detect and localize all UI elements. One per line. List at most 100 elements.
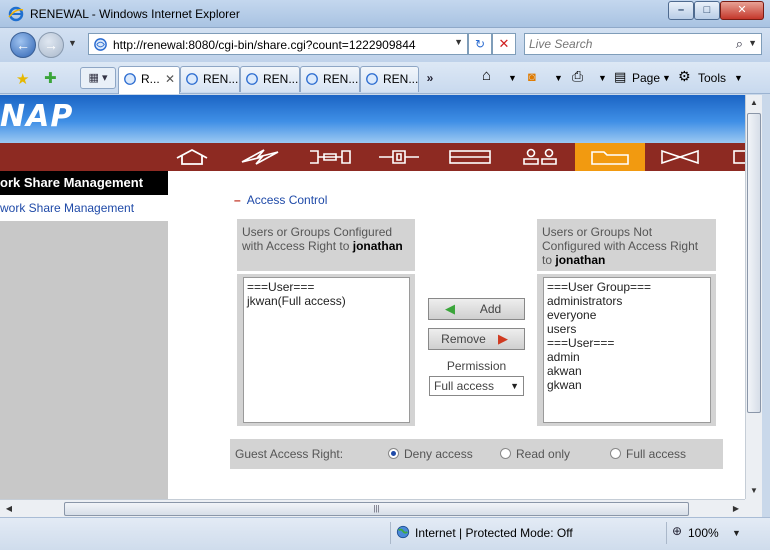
radio-icon[interactable] [500,448,511,459]
list-item[interactable]: ===User Group=== [547,280,707,294]
share-folder-menu-icon[interactable] [575,143,645,171]
configured-share-name: jonathan [352,239,403,253]
scroll-down-icon[interactable]: ▼ [746,483,762,499]
address-bar[interactable]: http://renewal:8080/cgi-bin/share.cgi?co… [88,33,468,55]
guest-access-bar: Guest Access Right: Deny access Read onl… [230,439,723,469]
list-item[interactable]: admin [547,350,707,364]
list-item[interactable]: administrators [547,294,707,308]
add-button[interactable]: ◀ Add [428,298,525,320]
not-configured-users-header: Users or Groups Not Configured with Acce… [537,219,716,271]
configured-users-list[interactable]: ===User=== jkwan(Full access) [243,277,410,423]
available-users-list[interactable]: ===User Group=== administrators everyone… [543,277,711,423]
scroll-left-icon[interactable]: ◀ [1,501,17,517]
tab-1[interactable]: R... ✕ [118,66,180,94]
quick-config-menu-icon[interactable] [234,143,286,171]
system-tools-menu-icon[interactable] [304,143,356,171]
collapse-icon[interactable]: – [234,193,241,207]
page-icon [306,73,318,85]
home-dropdown-icon[interactable]: ▼ [508,73,517,83]
users-menu-icon[interactable] [514,143,566,171]
tab-4[interactable]: REN... [300,66,360,92]
remove-button[interactable]: Remove ▶ [428,328,525,350]
zoom-dropdown-icon[interactable]: ▼ [732,528,741,538]
close-tab-icon[interactable]: ✕ [165,67,175,91]
tools-gear-icon: ⚙ [678,68,691,84]
maximize-button[interactable]: □ [694,1,720,20]
window-title: RENEWAL - Windows Internet Explorer [30,7,240,21]
page-icon [246,73,258,85]
disk-menu-icon[interactable] [444,143,496,171]
list-item[interactable]: jkwan(Full access) [247,294,406,308]
access-control-title[interactable]: – Access Control [234,193,327,207]
network-menu-icon[interactable] [374,143,424,171]
forward-button[interactable]: → [38,32,64,58]
sidebar: ork Share Management work Share Manageme… [0,171,168,499]
brand-logo: NAP [0,99,74,134]
permission-select[interactable]: Full access ▼ [429,376,524,396]
radio-selected-icon[interactable] [388,448,399,459]
add-favorites-icon[interactable]: ✚ [44,69,57,87]
sidebar-item-network-share-management[interactable]: work Share Management [0,195,168,221]
services-menu-icon[interactable] [654,143,706,171]
list-item[interactable]: akwan [547,364,707,378]
favorites-star-icon[interactable]: ★ [16,70,29,88]
search-input[interactable] [529,37,719,51]
add-button-label: Add [479,302,502,316]
main-menu-bar [0,143,745,171]
feeds-icon[interactable]: ◙ [528,69,536,84]
security-zone[interactable]: Internet | Protected Mode: Off [415,526,573,540]
header-banner: NAP [0,95,745,143]
vertical-scrollbar[interactable]: ▲ ▼ [745,95,762,499]
page-menu[interactable]: Page [632,71,660,85]
list-item[interactable]: ===User=== [247,280,406,294]
scroll-up-icon[interactable]: ▲ [746,95,762,111]
zoom-icon[interactable]: ⊕ [672,524,682,538]
horizontal-scroll-thumb[interactable]: ||| [64,502,689,516]
list-item[interactable]: ===User=== [547,336,707,350]
more-menu-icon[interactable] [728,143,745,171]
status-divider [390,522,391,544]
scrollbar-corner [745,499,762,517]
print-icon[interactable]: ⎙ [572,68,583,85]
close-button[interactable]: ✕ [720,1,764,20]
home-menu-icon[interactable] [170,143,214,171]
guest-radio-read-only[interactable]: Read only [500,439,570,469]
tab-3[interactable]: REN... [240,66,300,92]
tab-toolbar: ★ ✚ ▦ ▾ R... ✕ REN... REN... REN... REN.… [0,62,770,94]
page-icon [366,73,378,85]
horizontal-scrollbar[interactable]: ◀ ||| ▶ [0,499,745,517]
tools-menu-dropdown-icon[interactable]: ▼ [734,73,743,83]
ie-logo-icon [8,6,24,22]
left-arrow-icon: ◀ [445,301,455,316]
recent-pages-dropdown-icon[interactable]: ▼ [68,38,77,48]
guest-radio-full-access[interactable]: Full access [610,439,686,469]
vertical-scroll-thumb[interactable] [747,113,761,413]
feeds-dropdown-icon[interactable]: ▼ [554,73,563,83]
search-options-dropdown-icon[interactable]: ▼ [748,38,757,48]
address-url[interactable]: http://renewal:8080/cgi-bin/share.cgi?co… [113,38,416,52]
list-item[interactable]: users [547,322,707,336]
tools-menu[interactable]: Tools [698,71,726,85]
quick-tabs-button[interactable]: ▦ ▾ [80,67,116,89]
radio-icon[interactable] [610,448,621,459]
list-item[interactable]: everyone [547,308,707,322]
tab-2[interactable]: REN... [180,66,240,92]
minimize-button[interactable]: – [668,1,694,20]
scroll-right-icon[interactable]: ▶ [728,501,744,517]
list-item[interactable]: gkwan [547,378,707,392]
search-icon[interactable]: ⌕ [736,36,743,52]
tab-list-button[interactable]: » [419,68,441,90]
refresh-icon[interactable]: ↻ [468,33,492,55]
tab-5[interactable]: REN... [360,66,419,92]
home-icon[interactable]: ⌂ [482,67,491,84]
print-dropdown-icon[interactable]: ▼ [598,73,607,83]
back-button[interactable]: ← [10,32,36,58]
access-control-label: Access Control [246,193,328,207]
page-menu-dropdown-icon[interactable]: ▼ [662,73,671,83]
radio-label: Deny access [404,447,473,461]
guest-radio-deny[interactable]: Deny access [388,439,473,469]
stop-icon[interactable]: ✕ [492,33,516,55]
search-box[interactable]: ⌕ ▼ [524,33,762,55]
zoom-level[interactable]: 100% [688,526,719,540]
address-dropdown-icon[interactable]: ▼ [454,37,463,47]
